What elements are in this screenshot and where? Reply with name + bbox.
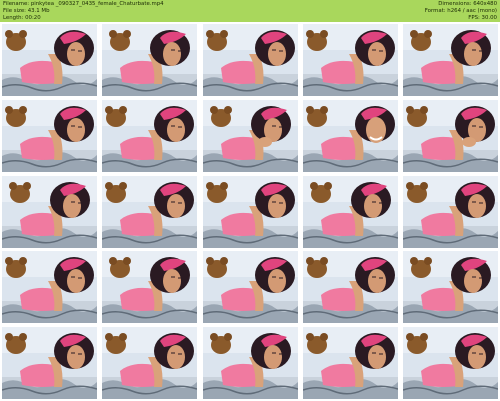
video-thumbnail: [403, 175, 498, 248]
video-thumbnail: [102, 327, 198, 399]
video-thumbnail: [403, 24, 498, 96]
thumbnail-image: [102, 24, 198, 96]
file-info-right: Dimensions: 640x480 Format: h264 / aac (…: [425, 1, 497, 22]
video-thumbnail: [302, 251, 398, 324]
video-thumbnail: [2, 251, 97, 324]
file-info-left: Filename: pinkytea _090327_0435_female_C…: [3, 1, 164, 22]
video-thumbnail: [403, 327, 498, 399]
thumbnail-image: [102, 99, 198, 172]
video-thumbnail: [2, 175, 97, 248]
video-thumbnail: [2, 24, 97, 96]
video-thumbnail: [102, 99, 198, 172]
thumbnail-image: [302, 251, 398, 324]
video-thumbnail: [403, 99, 498, 172]
video-thumbnail: [102, 175, 198, 248]
thumbnail-image: [202, 327, 298, 399]
thumbnail-image: [102, 175, 198, 248]
thumbnail-image: [2, 99, 97, 172]
thumbnail-image: [302, 99, 398, 172]
video-thumbnail: [2, 99, 97, 172]
video-thumbnail: [102, 24, 198, 96]
video-thumbnail: [202, 327, 298, 399]
thumbnail-image: [2, 175, 97, 248]
length-text: Length: 00:20: [3, 15, 41, 21]
thumbnail-image: [2, 251, 97, 324]
video-thumbnail: [202, 175, 298, 248]
thumbnail-image: [202, 99, 298, 172]
thumbnail-image: [403, 24, 498, 96]
video-thumbnail: [302, 24, 398, 96]
thumbnail-image: [2, 24, 97, 96]
thumbnail-image: [403, 327, 498, 399]
video-thumbnail: [202, 251, 298, 324]
video-thumbnail: [102, 251, 198, 324]
thumbnail-image: [202, 251, 298, 324]
thumbnail-image: [403, 175, 498, 248]
filename-text: Filename: pinkytea _090327_0435_female_C…: [3, 1, 164, 7]
thumbnail-image: [202, 24, 298, 96]
thumbnail-image: [302, 327, 398, 399]
video-thumbnail: [403, 251, 498, 324]
thumbnail-image: [403, 251, 498, 324]
video-thumbnail: [302, 175, 398, 248]
video-thumbnail: [202, 99, 298, 172]
video-thumbnail: [2, 327, 97, 399]
info-header: Filename: pinkytea _090327_0435_female_C…: [0, 0, 500, 22]
thumbnail-grid: [2, 24, 498, 399]
thumbnail-image: [102, 327, 198, 399]
thumbnail-image: [2, 327, 97, 399]
fps-text: FPS: 30.00: [468, 15, 497, 21]
video-thumbnail: [302, 99, 398, 172]
thumbnail-image: [302, 175, 398, 248]
thumbnail-image: [302, 24, 398, 96]
dimensions-text: Dimensions: 640x480: [438, 1, 497, 7]
thumbnail-image: [403, 99, 498, 172]
video-thumbnail: [202, 24, 298, 96]
video-thumbnail: [302, 327, 398, 399]
filesize-text: File size: 43.1 Mb: [3, 8, 50, 14]
thumbnail-image: [202, 175, 298, 248]
format-text: Format: h264 / aac (mono): [424, 8, 497, 14]
thumbnail-image: [102, 251, 198, 324]
